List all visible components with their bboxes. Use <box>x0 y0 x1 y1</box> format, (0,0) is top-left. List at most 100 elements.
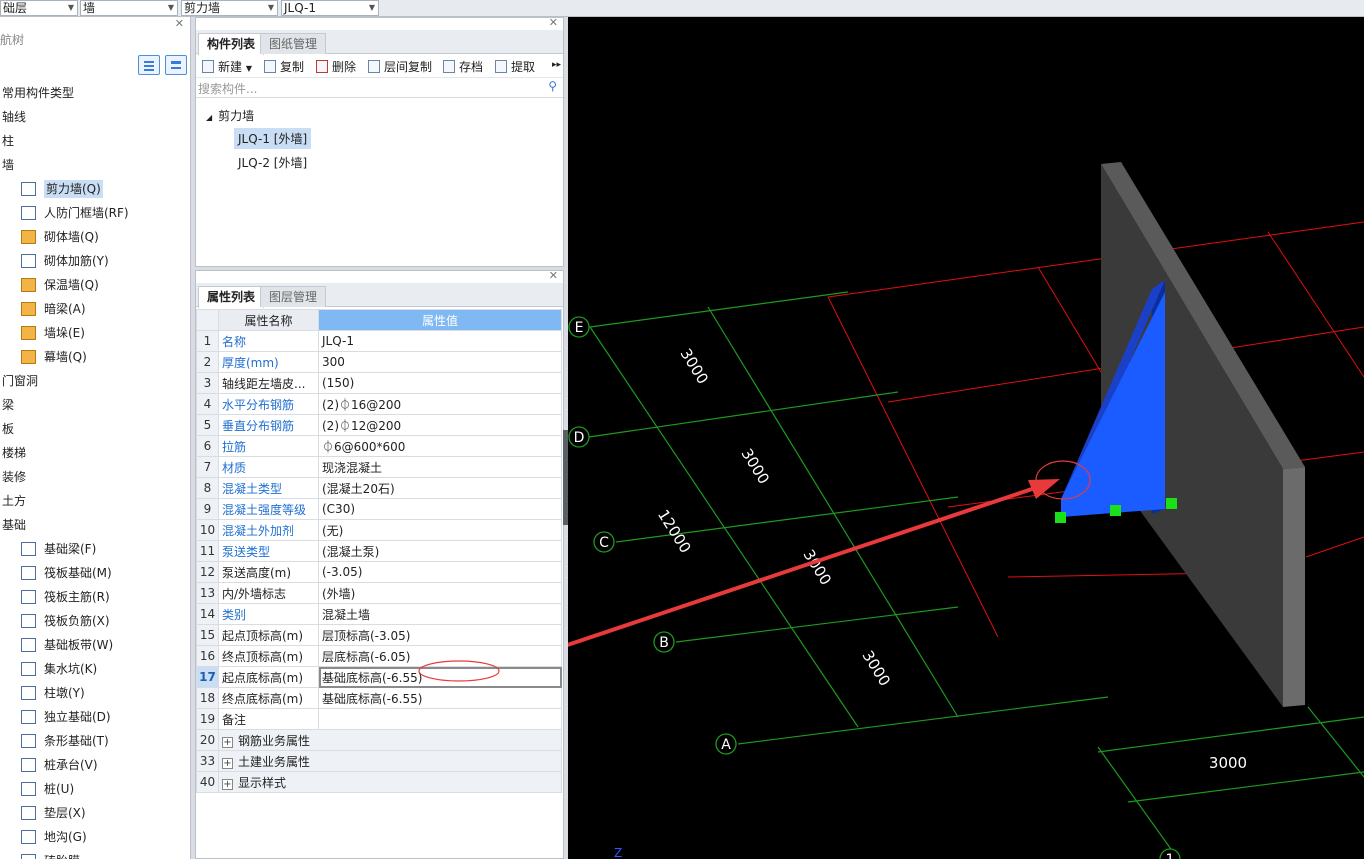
search-icon[interactable]: ⚲ <box>548 79 557 93</box>
sidebar-item[interactable]: 条形基础(T) <box>0 729 190 753</box>
sidebar-item[interactable]: 基础板带(W) <box>0 633 190 657</box>
sidebar-item[interactable]: 人防门框墙(RF) <box>0 201 190 225</box>
tab-property-list[interactable]: 属性列表 <box>198 286 265 308</box>
property-row[interactable]: 11 泵送类型 (混凝土泵) <box>196 540 562 562</box>
sidebar-item[interactable]: 轴线 <box>0 105 190 129</box>
property-value[interactable]: (2)⏀16@200 <box>318 393 562 415</box>
property-value[interactable]: 现浇混凝土 <box>318 456 562 478</box>
viewport-canvas[interactable]: E D C B A 1 3000 3000 12000 3000 3000 30… <box>568 17 1364 859</box>
property-row[interactable]: 1 名称 JLQ-1 <box>196 330 562 352</box>
property-group-cell[interactable]: + 钢筋业务属性 <box>218 729 562 751</box>
sidebar-item[interactable]: 独立基础(D) <box>0 705 190 729</box>
sidebar-item[interactable]: 柱 <box>0 129 190 153</box>
sidebar-item[interactable]: 梁 <box>0 393 190 417</box>
property-value[interactable]: 基础底标高(-6.55) <box>318 687 562 709</box>
component-search[interactable]: 搜索构件... ⚲ <box>196 78 563 98</box>
property-row[interactable]: 9 混凝土强度等级 (C30) <box>196 498 562 520</box>
sidebar-item[interactable]: 筏板基础(M) <box>0 561 190 585</box>
sidebar-item[interactable]: 桩承台(V) <box>0 753 190 777</box>
tree-root[interactable]: ◢ 剪力墙 <box>206 107 254 124</box>
sidebar-item[interactable]: 保温墙(Q) <box>0 273 190 297</box>
sidebar-item[interactable]: 幕墙(Q) <box>0 345 190 369</box>
expand-icon[interactable]: + <box>222 757 233 769</box>
sidebar-item[interactable]: 筏板主筋(R) <box>0 585 190 609</box>
property-value[interactable]: (混凝土泵) <box>318 540 562 562</box>
property-group-cell[interactable]: + 显示样式 <box>218 771 562 793</box>
property-row[interactable]: 4 水平分布钢筋 (2)⏀16@200 <box>196 393 562 415</box>
property-group-row[interactable]: 20 + 钢筋业务属性 <box>196 729 562 751</box>
close-icon[interactable]: ✕ <box>549 16 558 29</box>
sidebar-item[interactable]: 砌体加筋(Y) <box>0 249 190 273</box>
new-button[interactable]: 新建 ▼ <box>202 58 252 75</box>
sidebar-item[interactable]: 板 <box>0 417 190 441</box>
tab-component-list[interactable]: 构件列表 <box>198 33 265 55</box>
sidebar-item[interactable]: 柱墩(Y) <box>0 681 190 705</box>
property-row[interactable]: 19 备注 <box>196 708 562 730</box>
sidebar-item[interactable]: 门窗洞 <box>0 369 190 393</box>
sidebar-item[interactable]: 剪力墙(Q) <box>0 177 190 201</box>
extract-button[interactable]: 提取 <box>495 58 535 75</box>
tree-item-jlq-2[interactable]: JLQ-2 [外墙] <box>234 152 311 173</box>
sidebar-item[interactable]: 装修 <box>0 465 190 489</box>
expand-icon[interactable]: + <box>222 736 233 748</box>
property-value[interactable]: (-3.05) <box>318 561 562 583</box>
property-group-row[interactable]: 40 + 显示样式 <box>196 771 562 793</box>
archive-button[interactable]: 存档 <box>443 58 483 75</box>
sidebar-item[interactable]: 楼梯 <box>0 441 190 465</box>
tab-drawing-management[interactable]: 图纸管理 <box>260 33 327 54</box>
property-value[interactable]: 300 <box>318 351 562 373</box>
property-row[interactable]: 18 终点底标高(m) 基础底标高(-6.55) <box>196 687 562 709</box>
sidebar-item[interactable]: 集水坑(K) <box>0 657 190 681</box>
sidebar-item[interactable]: 墙垛(E) <box>0 321 190 345</box>
property-value[interactable]: (混凝土20石) <box>318 477 562 499</box>
copy-button[interactable]: 复制 <box>264 58 304 75</box>
floor-select[interactable]: 础层 ▼ <box>0 0 78 16</box>
property-row[interactable]: 5 垂直分布钢筋 (2)⏀12@200 <box>196 414 562 436</box>
sidebar-item[interactable]: 常用构件类型 <box>0 81 190 105</box>
property-group-cell[interactable]: + 土建业务属性 <box>218 750 562 772</box>
3d-viewport[interactable]: E D C B A 1 3000 3000 12000 3000 3000 30… <box>568 17 1364 859</box>
expand-icon[interactable]: + <box>222 778 233 790</box>
sidebar-item[interactable]: 桩(U) <box>0 777 190 801</box>
sidebar-item[interactable]: 基础 <box>0 513 190 537</box>
delete-button[interactable]: 删除 <box>316 58 356 75</box>
property-row[interactable]: 6 拉筋 ⏀6@600*600 <box>196 435 562 457</box>
property-row[interactable]: 14 类别 混凝土墙 <box>196 603 562 625</box>
tree-item-jlq-1[interactable]: JLQ-1 [外墙] <box>234 128 312 149</box>
property-value[interactable]: (外墙) <box>318 582 562 604</box>
sidebar-item[interactable]: 砖胎膜 <box>0 849 190 859</box>
sidebar-item[interactable]: 暗梁(A) <box>0 297 190 321</box>
property-value[interactable]: (150) <box>318 372 562 394</box>
property-value[interactable]: JLQ-1 <box>318 330 562 352</box>
sidebar-item[interactable]: 砌体墙(Q) <box>0 225 190 249</box>
property-row[interactable]: 10 混凝土外加剂 (无) <box>196 519 562 541</box>
property-value[interactable]: ⏀6@600*600 <box>318 435 562 457</box>
sidebar-item[interactable]: 基础梁(F) <box>0 537 190 561</box>
property-row[interactable]: 3 轴线距左墙皮... (150) <box>196 372 562 394</box>
sidebar-item[interactable]: 墙 <box>0 153 190 177</box>
floor-copy-button[interactable]: 层间复制 <box>368 58 432 75</box>
detail-view-icon[interactable] <box>165 55 187 75</box>
property-row[interactable]: 15 起点顶标高(m) 层顶标高(-3.05) <box>196 624 562 646</box>
component-type-select[interactable]: 墙 ▼ <box>80 0 178 16</box>
property-group-row[interactable]: 33 + 土建业务属性 <box>196 750 562 772</box>
component-name-select[interactable]: JLQ-1 ▼ <box>281 0 379 16</box>
property-row[interactable]: 13 内/外墙标志 (外墙) <box>196 582 562 604</box>
sidebar-item[interactable]: 筏板负筋(X) <box>0 609 190 633</box>
sidebar-item[interactable]: 地沟(G) <box>0 825 190 849</box>
property-value[interactable]: (无) <box>318 519 562 541</box>
collapse-triangle-icon[interactable]: ◢ <box>206 113 212 122</box>
property-row[interactable]: 8 混凝土类型 (混凝土20石) <box>196 477 562 499</box>
property-value[interactable]: (2)⏀12@200 <box>318 414 562 436</box>
close-icon[interactable]: ✕ <box>549 269 558 282</box>
list-view-icon[interactable] <box>138 55 160 75</box>
property-value[interactable] <box>318 708 562 730</box>
sidebar-item[interactable]: 土方 <box>0 489 190 513</box>
property-row[interactable]: 7 材质 现浇混凝土 <box>196 456 562 478</box>
sidebar-item[interactable]: 垫层(X) <box>0 801 190 825</box>
component-subtype-select[interactable]: 剪力墙 ▼ <box>181 0 278 16</box>
close-icon[interactable]: ✕ <box>175 17 184 30</box>
property-row[interactable]: 12 泵送高度(m) (-3.05) <box>196 561 562 583</box>
property-value[interactable]: (C30) <box>318 498 562 520</box>
property-value[interactable]: 混凝土墙 <box>318 603 562 625</box>
